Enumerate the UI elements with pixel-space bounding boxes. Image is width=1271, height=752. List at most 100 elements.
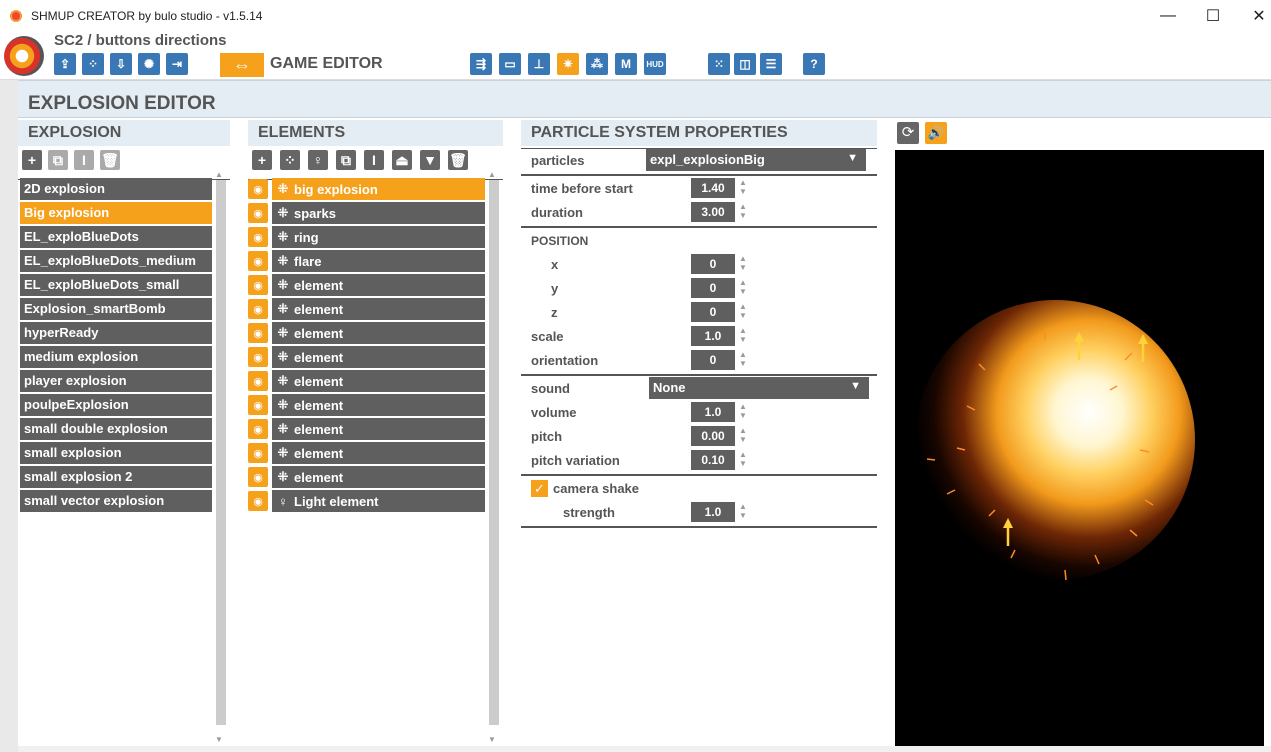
explosion-preview[interactable]: [895, 150, 1264, 746]
add-light-icon[interactable]: ♀: [308, 150, 328, 170]
visibility-eye-icon[interactable]: ◉: [248, 251, 268, 271]
swap-editor-button[interactable]: ⇔: [220, 53, 264, 77]
settings-icon[interactable]: ✺: [138, 53, 160, 75]
gamepad-icon[interactable]: ◫: [734, 53, 756, 75]
delete-icon[interactable]: 🗑: [448, 150, 468, 170]
z-field[interactable]: 0: [691, 302, 735, 322]
spin-icon[interactable]: ▲ ▼: [738, 178, 748, 196]
upload-icon[interactable]: ⇪: [54, 53, 76, 75]
scroll-up-icon[interactable]: ▲: [488, 170, 496, 179]
spin-icon[interactable]: ▲ ▼: [738, 254, 748, 272]
duplicate-icon[interactable]: ⧉: [48, 150, 68, 170]
strength-field[interactable]: 1.0: [691, 502, 735, 522]
elements-scrollbar[interactable]: [489, 180, 499, 725]
explosion-icon[interactable]: ✷: [557, 53, 579, 75]
spin-icon[interactable]: ▲ ▼: [738, 278, 748, 296]
element-list-item[interactable]: ⁜ flare: [272, 250, 485, 272]
exit-icon[interactable]: ⇥: [166, 53, 188, 75]
duplicate-icon[interactable]: ⧉: [336, 150, 356, 170]
hud-icon[interactable]: HUD: [644, 53, 666, 75]
move-down-icon[interactable]: ▼: [420, 150, 440, 170]
scroll-down-icon[interactable]: ▼: [488, 735, 496, 744]
refresh-icon[interactable]: ⟳: [897, 122, 919, 144]
sound-icon[interactable]: 🔊: [925, 122, 947, 144]
element-list-item[interactable]: ⁜ big explosion: [272, 178, 485, 200]
particles-icon[interactable]: ⁂: [586, 53, 608, 75]
explosion-scrollbar[interactable]: [216, 180, 226, 725]
explosion-list-item[interactable]: small explosion 2: [20, 466, 212, 488]
scroll-down-icon[interactable]: ▼: [215, 735, 223, 744]
element-list-item[interactable]: ⁜ element: [272, 442, 485, 464]
spin-icon[interactable]: ▲ ▼: [738, 502, 748, 520]
visibility-eye-icon[interactable]: ◉: [248, 491, 268, 511]
move-up-icon[interactable]: ⏏: [392, 150, 412, 170]
spin-icon[interactable]: ▲ ▼: [738, 450, 748, 468]
grid-icon[interactable]: ⁙: [708, 53, 730, 75]
spin-icon[interactable]: ▲ ▼: [738, 350, 748, 368]
close-button[interactable]: ✕: [1236, 0, 1271, 32]
spin-icon[interactable]: ▲ ▼: [738, 202, 748, 220]
time-before-start-field[interactable]: 1.40: [691, 178, 735, 198]
visibility-eye-icon[interactable]: ◉: [248, 203, 268, 223]
element-list-item[interactable]: ⁜ element: [272, 370, 485, 392]
add-icon[interactable]: +: [22, 150, 42, 170]
explosion-list-item[interactable]: small explosion: [20, 442, 212, 464]
download-icon[interactable]: ⇩: [110, 53, 132, 75]
y-field[interactable]: 0: [691, 278, 735, 298]
visibility-eye-icon[interactable]: ◉: [248, 299, 268, 319]
element-list-item[interactable]: ⁜ element: [272, 322, 485, 344]
explosion-list-item[interactable]: player explosion: [20, 370, 212, 392]
visibility-eye-icon[interactable]: ◉: [248, 467, 268, 487]
spin-icon[interactable]: ▲ ▼: [738, 426, 748, 444]
duration-field[interactable]: 3.00: [691, 202, 735, 222]
rename-icon[interactable]: I: [364, 150, 384, 170]
visibility-eye-icon[interactable]: ◉: [248, 179, 268, 199]
delete-icon[interactable]: 🗑: [100, 150, 120, 170]
spin-icon[interactable]: ▲ ▼: [738, 326, 748, 344]
visibility-eye-icon[interactable]: ◉: [248, 275, 268, 295]
volume-field[interactable]: 1.0: [691, 402, 735, 422]
sound-dropdown[interactable]: None ▼: [649, 377, 869, 399]
visibility-eye-icon[interactable]: ◉: [248, 227, 268, 247]
element-list-item[interactable]: ⁜ element: [272, 394, 485, 416]
element-list-item[interactable]: ⁜ element: [272, 418, 485, 440]
explosion-list-item[interactable]: medium explosion: [20, 346, 212, 368]
pitch-field[interactable]: 0.00: [691, 426, 735, 446]
orientation-field[interactable]: 0: [691, 350, 735, 370]
m-icon[interactable]: M: [615, 53, 637, 75]
explosion-list-item[interactable]: EL_exploBlueDots_small: [20, 274, 212, 296]
explosion-list-item[interactable]: Big explosion: [20, 202, 212, 224]
particles-dropdown[interactable]: expl_explosionBig ▼: [646, 149, 866, 171]
grid-icon[interactable]: ⁘: [82, 53, 104, 75]
screen-icon[interactable]: ▭: [499, 53, 521, 75]
help-icon[interactable]: ?: [803, 53, 825, 75]
explosion-list-item[interactable]: small vector explosion: [20, 490, 212, 512]
layers-icon[interactable]: ☰: [760, 53, 782, 75]
ship-icon[interactable]: ⊥: [528, 53, 550, 75]
explosion-list-item[interactable]: hyperReady: [20, 322, 212, 344]
scroll-up-icon[interactable]: ▲: [215, 170, 223, 179]
visibility-eye-icon[interactable]: ◉: [248, 347, 268, 367]
camera-shake-checkbox[interactable]: ✓: [531, 480, 548, 497]
explosion-list-item[interactable]: EL_exploBlueDots_medium: [20, 250, 212, 272]
x-field[interactable]: 0: [691, 254, 735, 274]
explosion-list-item[interactable]: poulpeExplosion: [20, 394, 212, 416]
visibility-eye-icon[interactable]: ◉: [248, 323, 268, 343]
element-list-item[interactable]: ⁜ element: [272, 346, 485, 368]
pitch-variation-field[interactable]: 0.10: [691, 450, 735, 470]
spin-icon[interactable]: ▲ ▼: [738, 302, 748, 320]
element-list-item[interactable]: ♀ Light element: [272, 490, 485, 512]
app-logo-icon[interactable]: [4, 36, 44, 76]
explosion-list-item[interactable]: small double explosion: [20, 418, 212, 440]
element-list-item[interactable]: ⁜ element: [272, 298, 485, 320]
visibility-eye-icon[interactable]: ◉: [248, 443, 268, 463]
visibility-eye-icon[interactable]: ◉: [248, 419, 268, 439]
element-list-item[interactable]: ⁜ ring: [272, 226, 485, 248]
element-list-item[interactable]: ⁜ element: [272, 274, 485, 296]
maximize-button[interactable]: ☐: [1190, 0, 1236, 32]
minimize-button[interactable]: —: [1145, 0, 1191, 32]
add-particles-icon[interactable]: ⁘: [280, 150, 300, 170]
element-list-item[interactable]: ⁜ element: [272, 466, 485, 488]
scale-field[interactable]: 1.0: [691, 326, 735, 346]
explosion-list-item[interactable]: EL_exploBlueDots: [20, 226, 212, 248]
